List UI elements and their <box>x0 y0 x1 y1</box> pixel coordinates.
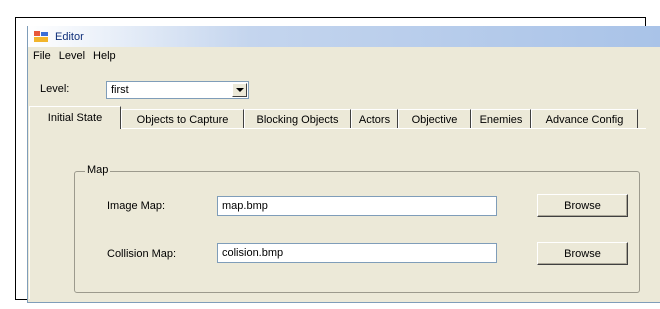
tab-objects-to-capture[interactable]: Objects to Capture <box>121 109 244 129</box>
tab-actors[interactable]: Actors <box>351 109 398 129</box>
window-title: Editor <box>55 30 84 43</box>
image-map-label: Image Map: <box>107 200 166 212</box>
menu-file[interactable]: File <box>29 50 55 62</box>
tab-initial-state[interactable]: Initial State <box>29 106 121 129</box>
tab-label: Initial State <box>47 112 103 124</box>
map-groupbox <box>74 171 640 293</box>
chevron-down-icon[interactable] <box>232 83 247 97</box>
app-icon <box>34 30 49 43</box>
image-map-value: map.bmp <box>222 200 268 212</box>
tab-advance-config[interactable]: Advance Config <box>531 109 638 129</box>
collision-map-label: Collision Map: <box>107 248 177 260</box>
collision-map-value: colision.bmp <box>222 247 284 259</box>
tab-label: Objective <box>411 113 458 126</box>
tab-label: Blocking Objects <box>256 113 339 126</box>
level-label: Level: <box>40 83 70 95</box>
map-group-title: Map <box>85 164 111 176</box>
tab-label: Enemies <box>479 113 523 126</box>
tab-objective[interactable]: Objective <box>398 109 471 129</box>
image-map-input[interactable]: map.bmp <box>217 196 497 216</box>
button-label: Browse <box>564 199 601 212</box>
button-label: Browse <box>564 247 601 260</box>
tab-label: Objects to Capture <box>136 113 229 126</box>
menu-help[interactable]: Help <box>89 50 120 62</box>
tab-enemies[interactable]: Enemies <box>471 109 531 129</box>
level-select[interactable]: first <box>106 81 249 99</box>
collision-map-browse-button[interactable]: Browse <box>537 242 628 265</box>
menu-bar: File Level Help <box>28 47 120 64</box>
collision-map-input[interactable]: colision.bmp <box>217 243 497 263</box>
title-bar[interactable]: Editor <box>28 26 660 47</box>
tab-label: Actors <box>358 113 391 126</box>
tab-blocking-objects[interactable]: Blocking Objects <box>244 109 351 129</box>
tab-label: Advance Config <box>545 113 624 126</box>
menu-level[interactable]: Level <box>55 50 89 62</box>
level-select-value: first <box>111 84 129 96</box>
image-map-browse-button[interactable]: Browse <box>537 194 628 217</box>
